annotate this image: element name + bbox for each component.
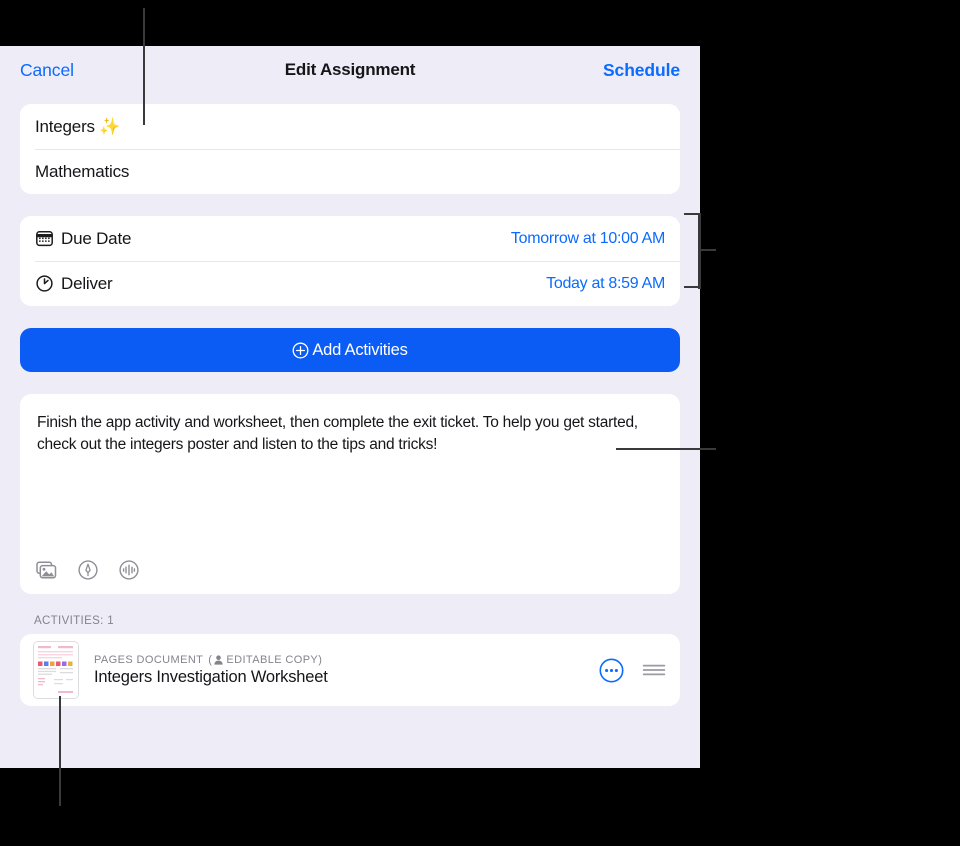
callout-line-instructions xyxy=(616,448,716,450)
assignment-subject-input[interactable]: Mathematics xyxy=(35,162,129,182)
activity-kind-paren-open: ( xyxy=(208,653,213,666)
instructions-card[interactable]: Finish the app activity and worksheet, t… xyxy=(20,394,680,594)
page-title: Edit Assignment xyxy=(284,60,416,79)
deliver-row[interactable]: Deliver Today at 8:59 AM xyxy=(20,261,680,306)
activity-kind-badge: EDITABLE COPY xyxy=(226,653,319,666)
deliver-label: Deliver xyxy=(61,273,113,293)
more-circle-icon[interactable] xyxy=(599,658,624,683)
screenshot-root: Cancel Edit Assignment Schedule Integers… xyxy=(0,0,960,846)
schedule-button[interactable]: Schedule xyxy=(603,60,680,81)
callout-bracket-dates-top xyxy=(684,213,701,215)
assignment-info-card: Integers ✨ Mathematics xyxy=(20,104,680,194)
cancel-button[interactable]: Cancel xyxy=(20,60,74,81)
callout-line-activity xyxy=(59,696,61,806)
due-date-label: Due Date xyxy=(61,228,132,248)
audio-icon[interactable] xyxy=(117,558,141,582)
calendar-icon xyxy=(35,229,54,248)
activity-kind-line: PAGES DOCUMENT ( EDITABLE COPY ) xyxy=(94,654,328,666)
activities-section-label: ACTIVITIES: 1 xyxy=(34,615,114,627)
add-activities-label: Add Activities xyxy=(312,340,408,359)
callout-bracket-dates-vertical xyxy=(698,213,701,289)
deliver-value[interactable]: Today at 8:59 AM xyxy=(546,275,665,293)
pages-document-thumbnail xyxy=(33,641,79,699)
plus-circle-icon xyxy=(292,342,309,359)
assignment-subject-row[interactable]: Mathematics xyxy=(20,149,680,194)
photos-icon[interactable] xyxy=(35,558,59,582)
navigation-bar: Cancel Edit Assignment Schedule xyxy=(0,46,700,94)
dates-card: Due Date Tomorrow at 10:00 AM Deliver To… xyxy=(20,216,680,306)
activity-kind-paren-close: ) xyxy=(318,653,323,666)
activity-kind-prefix: PAGES DOCUMENT xyxy=(94,653,204,666)
activity-text-block: PAGES DOCUMENT ( EDITABLE COPY ) Integer… xyxy=(94,654,328,687)
markup-icon[interactable] xyxy=(76,558,100,582)
person-icon xyxy=(214,654,223,665)
callout-bracket-dates-bottom xyxy=(684,286,701,288)
callout-line-dates xyxy=(698,249,716,251)
assignment-title-input[interactable]: Integers ✨ xyxy=(35,117,121,137)
due-date-row[interactable]: Due Date Tomorrow at 10:00 AM xyxy=(20,216,680,261)
activity-actions xyxy=(599,658,666,683)
activity-name: Integers Investigation Worksheet xyxy=(94,667,328,686)
add-activities-button[interactable]: Add Activities xyxy=(20,328,680,372)
assignment-title-row[interactable]: Integers ✨ xyxy=(20,104,680,149)
instructions-text[interactable]: Finish the app activity and worksheet, t… xyxy=(37,412,663,456)
reorder-handle-icon[interactable] xyxy=(642,662,666,678)
instructions-toolbar xyxy=(35,558,141,582)
activity-list-item[interactable]: PAGES DOCUMENT ( EDITABLE COPY ) Integer… xyxy=(20,634,680,706)
due-date-value[interactable]: Tomorrow at 10:00 AM xyxy=(511,230,665,248)
clock-icon xyxy=(35,274,54,293)
edit-assignment-panel: Cancel Edit Assignment Schedule Integers… xyxy=(0,46,700,768)
callout-line-title xyxy=(143,8,145,125)
